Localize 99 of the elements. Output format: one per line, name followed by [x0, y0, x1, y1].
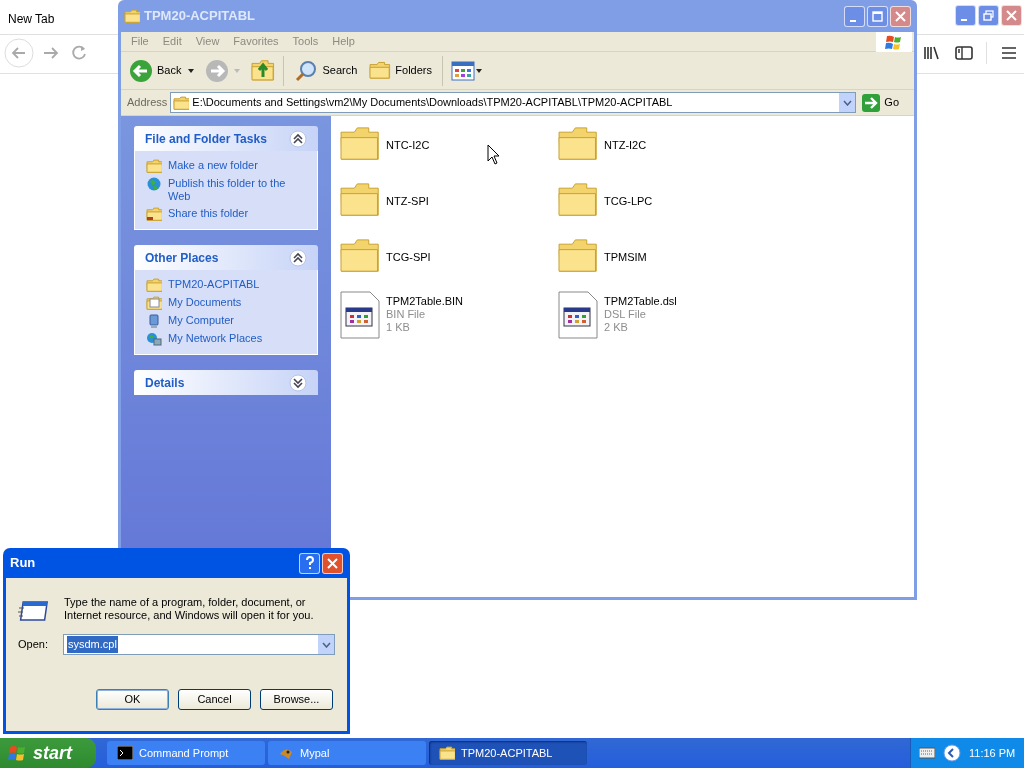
documents-icon — [146, 296, 162, 310]
folder-icon — [439, 746, 455, 760]
file-size: 1 KB — [386, 321, 411, 334]
folder-up-icon[interactable] — [251, 58, 276, 83]
task-link[interactable]: Share this folder — [168, 207, 249, 220]
folder-icon — [146, 159, 162, 173]
clock: 11:16 PM — [969, 745, 1016, 761]
taskbar-button[interactable]: TPM20-ACPITABL — [429, 741, 587, 765]
folder-name[interactable]: NTC-I2C — [386, 137, 430, 154]
task-link[interactable]: TPM20-ACPITABL — [168, 278, 260, 291]
folders-button[interactable]: Folders — [367, 60, 434, 81]
folder-name[interactable]: TCG-LPC — [604, 193, 653, 210]
windows-logo-icon — [8, 744, 28, 762]
folder-icon[interactable] — [558, 237, 598, 275]
dialog-button[interactable]: Cancel — [178, 689, 251, 710]
folder-icon — [369, 60, 392, 81]
file-size: 2 KB — [604, 321, 629, 334]
go-button[interactable]: Go — [862, 93, 900, 112]
dropdown-button[interactable] — [318, 635, 334, 654]
windows-logo-icon — [876, 31, 912, 52]
panel-header[interactable]: Other Places — [134, 245, 318, 270]
maximize-button[interactable] — [867, 5, 888, 27]
file-type: DSL File — [604, 308, 647, 321]
network-icon — [146, 332, 162, 346]
app-icon — [278, 746, 294, 760]
close-button[interactable] — [890, 5, 911, 27]
sidebar-icon[interactable] — [954, 43, 974, 63]
collapse-icon[interactable] — [289, 129, 307, 148]
folder-icon[interactable] — [558, 181, 598, 219]
folder-icon[interactable] — [340, 237, 380, 275]
file-name[interactable]: TPM2Table.dsl — [604, 295, 677, 308]
chevron-icon[interactable] — [943, 744, 961, 762]
panel-header[interactable]: Details — [134, 370, 318, 395]
folder-name[interactable]: NTZ-I2C — [604, 137, 647, 154]
address-label: Address — [127, 95, 168, 111]
task-link[interactable]: My Documents — [168, 296, 242, 309]
open-label: Open: — [18, 637, 48, 653]
keyboard-icon[interactable] — [919, 747, 935, 759]
folder-icon — [173, 95, 190, 110]
folder-icon — [124, 9, 140, 23]
task-link[interactable]: My Computer — [168, 314, 235, 327]
console-icon — [117, 746, 133, 760]
folder-icon — [146, 278, 162, 292]
dialog-message: Type the name of a program, folder, document, or Internet resource, and Windows will open it for you. — [64, 596, 315, 622]
dialog-button[interactable]: Browse... — [260, 689, 333, 710]
views-icon[interactable] — [451, 59, 483, 82]
folder-icon[interactable] — [558, 125, 598, 163]
taskbar-button[interactable]: Command Prompt — [107, 741, 265, 765]
folder-name[interactable]: NTZ-SPI — [386, 193, 429, 210]
open-field[interactable]: sysdm.cpl — [62, 634, 335, 655]
maximize-icon — [872, 10, 883, 22]
start-button[interactable]: start — [0, 738, 96, 768]
close-icon — [895, 10, 906, 22]
restore-button[interactable] — [978, 5, 999, 26]
close-icon — [327, 557, 338, 569]
expand-icon[interactable] — [289, 373, 307, 392]
back-icon[interactable] — [4, 38, 34, 68]
help-icon — [304, 556, 315, 570]
dropdown-button[interactable] — [839, 93, 856, 112]
computer-icon — [146, 314, 162, 328]
close-button[interactable] — [1001, 5, 1022, 26]
folder-name[interactable]: TCG-SPI — [386, 249, 431, 266]
task-link[interactable]: Make a new folder — [168, 159, 258, 172]
search-icon — [294, 58, 319, 83]
task-link[interactable]: My Network Places — [168, 332, 263, 345]
file-type: BIN File — [386, 308, 427, 321]
minimize-button[interactable] — [955, 5, 976, 26]
taskbar-button[interactable]: Mypal — [268, 741, 426, 765]
minimize-icon — [850, 19, 856, 22]
collapse-icon[interactable] — [289, 248, 307, 267]
window-title: TPM20-ACPITABL — [144, 7, 255, 26]
caret-icon[interactable] — [187, 66, 196, 75]
globe-icon — [146, 177, 162, 191]
forward-icon[interactable] — [205, 58, 230, 83]
file-icon[interactable] — [558, 291, 598, 339]
task-link[interactable]: Publish this folder to the Web — [168, 177, 306, 203]
file-name[interactable]: TPM2Table.BIN — [386, 295, 464, 308]
restore-icon — [983, 10, 994, 21]
dialog-button[interactable]: OK — [96, 689, 169, 710]
chevron-down-icon — [842, 99, 852, 106]
address-field[interactable]: E:\Documents and Settings\vm2\My Documents\Downloads\TPM20-ACPITABL\TPM20-ACPITABL — [170, 92, 857, 113]
back-button[interactable]: Back — [127, 58, 184, 83]
search-button[interactable]: Search — [292, 58, 360, 83]
help-button[interactable] — [299, 552, 320, 574]
chevron-down-icon — [321, 641, 331, 648]
cursor-icon — [487, 144, 501, 166]
panel-header[interactable]: File and Folder Tasks — [134, 126, 318, 151]
arrow-icon — [862, 93, 881, 112]
folder-icon[interactable] — [340, 181, 380, 219]
dialog-title: Run — [10, 554, 36, 573]
folder-icon — [146, 207, 162, 221]
close-icon — [1006, 10, 1017, 21]
tab-title[interactable]: New Tab — [8, 10, 55, 28]
file-icon[interactable] — [340, 291, 380, 339]
minimize-button[interactable] — [844, 5, 865, 27]
close-button[interactable] — [322, 552, 343, 574]
minimize-icon — [961, 19, 967, 21]
folder-name[interactable]: TPMSIM — [604, 249, 647, 266]
folder-icon[interactable] — [340, 125, 380, 163]
